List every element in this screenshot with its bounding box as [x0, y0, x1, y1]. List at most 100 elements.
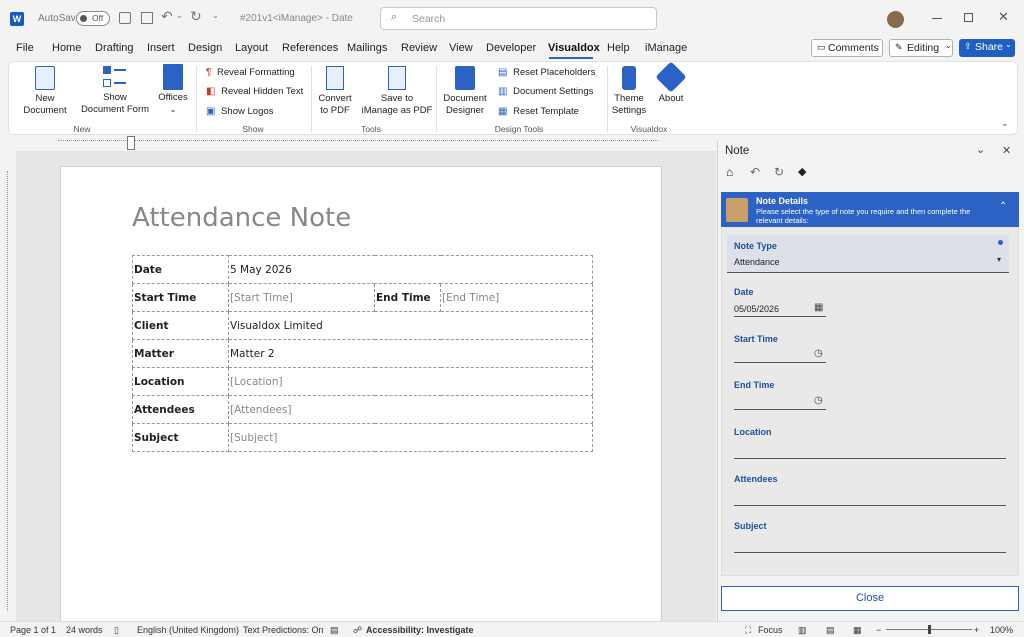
home-icon[interactable]: ⌂: [726, 165, 733, 179]
clock-icon[interactable]: ◷: [814, 348, 823, 359]
pane-options-icon[interactable]: ⌄: [976, 143, 985, 156]
calendar-icon[interactable]: ▦: [814, 302, 823, 313]
web-layout-icon[interactable]: ▦: [853, 625, 862, 636]
row-label[interactable]: Date: [132, 255, 229, 284]
start-time-input[interactable]: [734, 362, 826, 363]
theme-settings-button[interactable]: Theme Settings: [609, 66, 649, 117]
tab-layout[interactable]: Layout: [235, 42, 268, 54]
tab-view[interactable]: View: [449, 42, 473, 54]
layout-icon[interactable]: [141, 12, 153, 24]
reset-template-button[interactable]: ▦ Reset Template: [498, 106, 579, 117]
note-details-header[interactable]: Note Details Please select the type of n…: [721, 192, 1019, 227]
row-value[interactable]: 5 May 2026: [228, 255, 593, 284]
tab-developer[interactable]: Developer: [486, 42, 536, 54]
page-count[interactable]: Page 1 of 1: [10, 625, 56, 635]
zoom-level[interactable]: 100%: [990, 625, 1013, 635]
row-label[interactable]: Client: [132, 311, 229, 340]
autosave-toggle[interactable]: Off: [76, 11, 110, 26]
tab-help[interactable]: Help: [607, 42, 630, 54]
undo-dropdown-icon[interactable]: ⌄: [176, 11, 183, 20]
end-time-input[interactable]: [734, 409, 826, 410]
document-heading[interactable]: Attendance Note: [132, 203, 351, 233]
close-button[interactable]: Close: [721, 586, 1019, 611]
pane-close-icon[interactable]: ✕: [1002, 144, 1011, 157]
row-label[interactable]: Start Time: [132, 283, 229, 312]
tab-references[interactable]: References: [282, 42, 338, 54]
eraser-icon[interactable]: ◆: [798, 165, 806, 178]
back-icon[interactable]: ↶: [750, 165, 760, 179]
macro-icon[interactable]: ▤: [330, 625, 339, 636]
tab-home[interactable]: Home: [52, 42, 81, 54]
new-document-button[interactable]: New Document: [15, 66, 75, 117]
zoom-out-icon[interactable]: −: [876, 625, 881, 635]
focus-button[interactable]: Focus: [758, 625, 783, 635]
subject-input[interactable]: [734, 552, 1006, 553]
maximize-icon[interactable]: [964, 13, 973, 22]
refresh-icon[interactable]: ↻: [774, 165, 784, 179]
row-value[interactable]: [Attendees]: [228, 395, 593, 424]
tab-design[interactable]: Design: [188, 42, 222, 54]
row-label[interactable]: Attendees: [132, 395, 229, 424]
show-document-form-button[interactable]: Show Document Form: [79, 64, 151, 116]
reset-placeholders-button[interactable]: ▤ Reset Placeholders: [498, 67, 595, 78]
row-value[interactable]: Matter 2: [228, 339, 593, 368]
row-value[interactable]: [Subject]: [228, 423, 593, 452]
convert-to-pdf-button[interactable]: Convert to PDF: [313, 66, 357, 117]
editing-button[interactable]: ✎ Editing ⌄: [889, 39, 953, 57]
zoom-slider-thumb[interactable]: [928, 625, 931, 634]
row-value[interactable]: Visualdox Limited: [228, 311, 593, 340]
comments-button[interactable]: ▭ Comments: [811, 39, 883, 57]
zoom-in-icon[interactable]: +: [974, 625, 979, 635]
accessibility-status[interactable]: Accessibility: Investigate: [366, 625, 474, 635]
proofing-icon[interactable]: ▯: [114, 625, 119, 636]
show-logos-button[interactable]: ▣ Show Logos: [206, 106, 273, 117]
reveal-formatting-button[interactable]: ¶ Reveal Formatting: [206, 67, 295, 78]
note-type-field[interactable]: Note Type Attendance ▾: [727, 235, 1009, 273]
language[interactable]: English (United Kingdom): [137, 625, 239, 635]
word-count[interactable]: 24 words: [66, 625, 103, 635]
undo-icon[interactable]: ↶: [161, 8, 173, 25]
tab-insert[interactable]: Insert: [147, 42, 175, 54]
row-value[interactable]: [Location]: [228, 367, 593, 396]
search-box[interactable]: ⌕ Search: [380, 7, 657, 30]
row-value[interactable]: [Start Time]: [228, 283, 375, 312]
location-input[interactable]: [734, 458, 1006, 459]
row-label[interactable]: Location: [132, 367, 229, 396]
tab-drafting[interactable]: Drafting: [95, 42, 134, 54]
about-button[interactable]: About: [653, 61, 689, 105]
clock-icon[interactable]: ◷: [814, 395, 823, 406]
reveal-hidden-text-button[interactable]: ◧ Reveal Hidden Text: [206, 86, 303, 97]
user-avatar[interactable]: [887, 11, 904, 28]
row-value[interactable]: [End Time]: [440, 283, 593, 312]
tab-review[interactable]: Review: [401, 42, 437, 54]
share-button[interactable]: ⇪ Share ⌄: [959, 39, 1015, 57]
close-window-icon[interactable]: ✕: [998, 9, 1009, 25]
tab-mailings[interactable]: Mailings: [347, 42, 387, 54]
document-settings-button[interactable]: ▥ Document Settings: [498, 86, 593, 97]
row-label[interactable]: End Time: [374, 283, 441, 312]
tab-file[interactable]: File: [16, 42, 34, 54]
collapse-ribbon-icon[interactable]: ⌄: [1001, 118, 1009, 129]
document-canvas[interactable]: Attendance Note Date 5 May 2026 Start Ti…: [16, 151, 716, 621]
horizontal-ruler[interactable]: [0, 135, 717, 151]
date-input[interactable]: 05/05/2026: [734, 304, 779, 314]
tab-imanage[interactable]: iManage: [645, 42, 687, 54]
attendees-input[interactable]: [734, 505, 1006, 506]
save-icon[interactable]: [119, 12, 131, 24]
chevron-up-icon[interactable]: ⌃: [999, 201, 1007, 212]
document-page[interactable]: Attendance Note Date 5 May 2026 Start Ti…: [60, 166, 662, 621]
redo-icon[interactable]: ↻: [190, 8, 202, 25]
minimize-icon[interactable]: [932, 18, 942, 19]
save-to-imanage-button[interactable]: Save to iManage as PDF: [361, 66, 433, 117]
row-label[interactable]: Subject: [132, 423, 229, 452]
document-designer-button[interactable]: Document Designer: [439, 66, 491, 117]
row-label[interactable]: Matter: [132, 339, 229, 368]
zoom-slider[interactable]: [886, 625, 972, 634]
print-layout-icon[interactable]: ▤: [826, 625, 835, 636]
offices-button[interactable]: Offices ⌄: [153, 64, 193, 116]
vertical-ruler[interactable]: [0, 151, 16, 621]
customize-qat-icon[interactable]: ⌄: [212, 11, 219, 20]
read-mode-icon[interactable]: ▥: [798, 625, 807, 636]
text-predictions[interactable]: Text Predictions: On: [243, 625, 324, 635]
tab-visualdox[interactable]: Visualdox: [548, 42, 600, 54]
